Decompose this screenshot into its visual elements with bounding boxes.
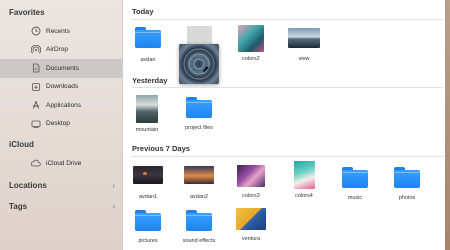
group-title-today: Today <box>132 7 154 16</box>
file-name: avdan2 <box>189 194 209 200</box>
file-name: colors3 <box>242 193 260 199</box>
download-icon <box>30 81 41 92</box>
file-name: mountain <box>135 127 159 133</box>
image-thumbnail <box>288 28 320 48</box>
file-item-photos[interactable]: photos <box>385 167 429 201</box>
locations-label: Locations <box>9 181 47 190</box>
chevron-right-icon[interactable]: › <box>112 202 115 211</box>
file-name: music <box>347 195 363 201</box>
sidebar: Favorites Recents AirDrop Documents Down <box>0 0 123 250</box>
file-browser: Today avdan ⬈ colors2 view Yesterday mou… <box>123 0 445 250</box>
cloud-icon <box>30 158 41 169</box>
file-name: colors4 <box>295 193 313 199</box>
finder-window: Favorites Recents AirDrop Documents Down <box>0 0 450 250</box>
file-name: view <box>298 56 310 62</box>
file-item-sound-effects[interactable]: sound effects <box>177 210 221 244</box>
file-item-avdan2[interactable]: avdan2 <box>177 166 221 200</box>
tags-label: Tags <box>9 202 28 211</box>
sidebar-item-label: AirDrop <box>46 46 69 54</box>
favorites-label: Favorites <box>9 7 45 17</box>
sidebar-item-recents[interactable]: Recents <box>0 22 122 41</box>
sidebar-item-icloud-drive[interactable]: iCloud Drive <box>0 154 122 173</box>
sidebar-item-downloads[interactable]: Downloads <box>0 78 122 97</box>
sidebar-item-label: Desktop <box>46 120 70 128</box>
folder-icon <box>186 97 212 118</box>
file-item-avdan[interactable]: avdan <box>126 27 170 63</box>
file-item-colors4[interactable]: colors4 <box>282 161 326 199</box>
file-item-avdan1[interactable]: avdan1 <box>126 166 170 200</box>
file-item-colors2[interactable]: colors2 <box>229 25 273 62</box>
image-thumbnail <box>293 161 315 189</box>
image-thumbnail <box>133 166 163 184</box>
desktop-icon <box>30 118 41 129</box>
file-item-pictures[interactable]: pictures <box>126 210 170 244</box>
sidebar-item-label: Downloads <box>46 83 79 91</box>
image-thumbnail <box>238 25 264 52</box>
group-title-previous-7-days: Previous 7 Days <box>132 144 190 153</box>
image-thumbnail <box>136 95 158 123</box>
file-item-project-files[interactable]: project files <box>177 97 221 131</box>
dragged-image[interactable]: ⬈ <box>179 44 219 84</box>
divider <box>132 87 443 88</box>
sidebar-item-applications[interactable]: Applications <box>0 96 122 115</box>
tags-header[interactable]: Tags › <box>0 197 122 217</box>
airdrop-icon <box>30 44 41 55</box>
file-name: project files <box>185 125 213 131</box>
chevron-right-icon[interactable]: › <box>112 181 115 190</box>
image-thumbnail <box>236 208 266 230</box>
icloud-header[interactable]: iCloud <box>0 134 122 154</box>
sidebar-item-label: Recents <box>46 27 70 35</box>
sidebar-item-label: Applications <box>46 101 82 109</box>
file-name: photos <box>398 195 416 201</box>
folder-icon <box>186 210 212 231</box>
file-item-mountain[interactable]: mountain <box>125 95 169 133</box>
file-name: sound effects <box>182 238 216 244</box>
image-thumbnail <box>184 166 214 184</box>
file-name: ventura <box>241 236 261 242</box>
desktop-background-edge <box>445 0 450 250</box>
file-item-ventura[interactable]: ventura <box>229 208 273 242</box>
sidebar-item-desktop[interactable]: Desktop <box>0 115 122 134</box>
sidebar-item-documents[interactable]: Documents <box>0 59 122 78</box>
sidebar-item-label: iCloud Drive <box>46 159 82 167</box>
folder-icon <box>342 167 368 188</box>
file-name: colors2 <box>242 56 260 62</box>
locations-header[interactable]: Locations › <box>0 176 122 196</box>
group-title-yesterday: Yesterday <box>132 76 168 85</box>
sidebar-item-airdrop[interactable]: AirDrop <box>0 41 122 60</box>
pointer-cursor-icon: ⬈ <box>202 64 210 74</box>
clock-icon <box>30 26 41 37</box>
document-icon <box>30 63 41 74</box>
file-name: avdan1 <box>138 194 158 200</box>
folder-icon <box>394 167 420 188</box>
folder-icon <box>135 27 161 48</box>
file-name: pictures <box>138 238 158 244</box>
file-item-music[interactable]: music <box>333 167 377 201</box>
image-thumbnail <box>237 165 265 187</box>
favorites-header[interactable]: Favorites <box>0 2 122 22</box>
divider <box>132 19 443 20</box>
applications-icon <box>30 100 41 111</box>
icloud-label: iCloud <box>9 139 34 149</box>
file-name: avdan <box>140 57 156 63</box>
file-item-colors3[interactable]: colors3 <box>229 165 273 199</box>
file-item-view[interactable]: view <box>282 28 326 62</box>
folder-icon <box>135 210 161 231</box>
sidebar-item-label: Documents <box>46 64 79 72</box>
divider <box>132 156 443 157</box>
